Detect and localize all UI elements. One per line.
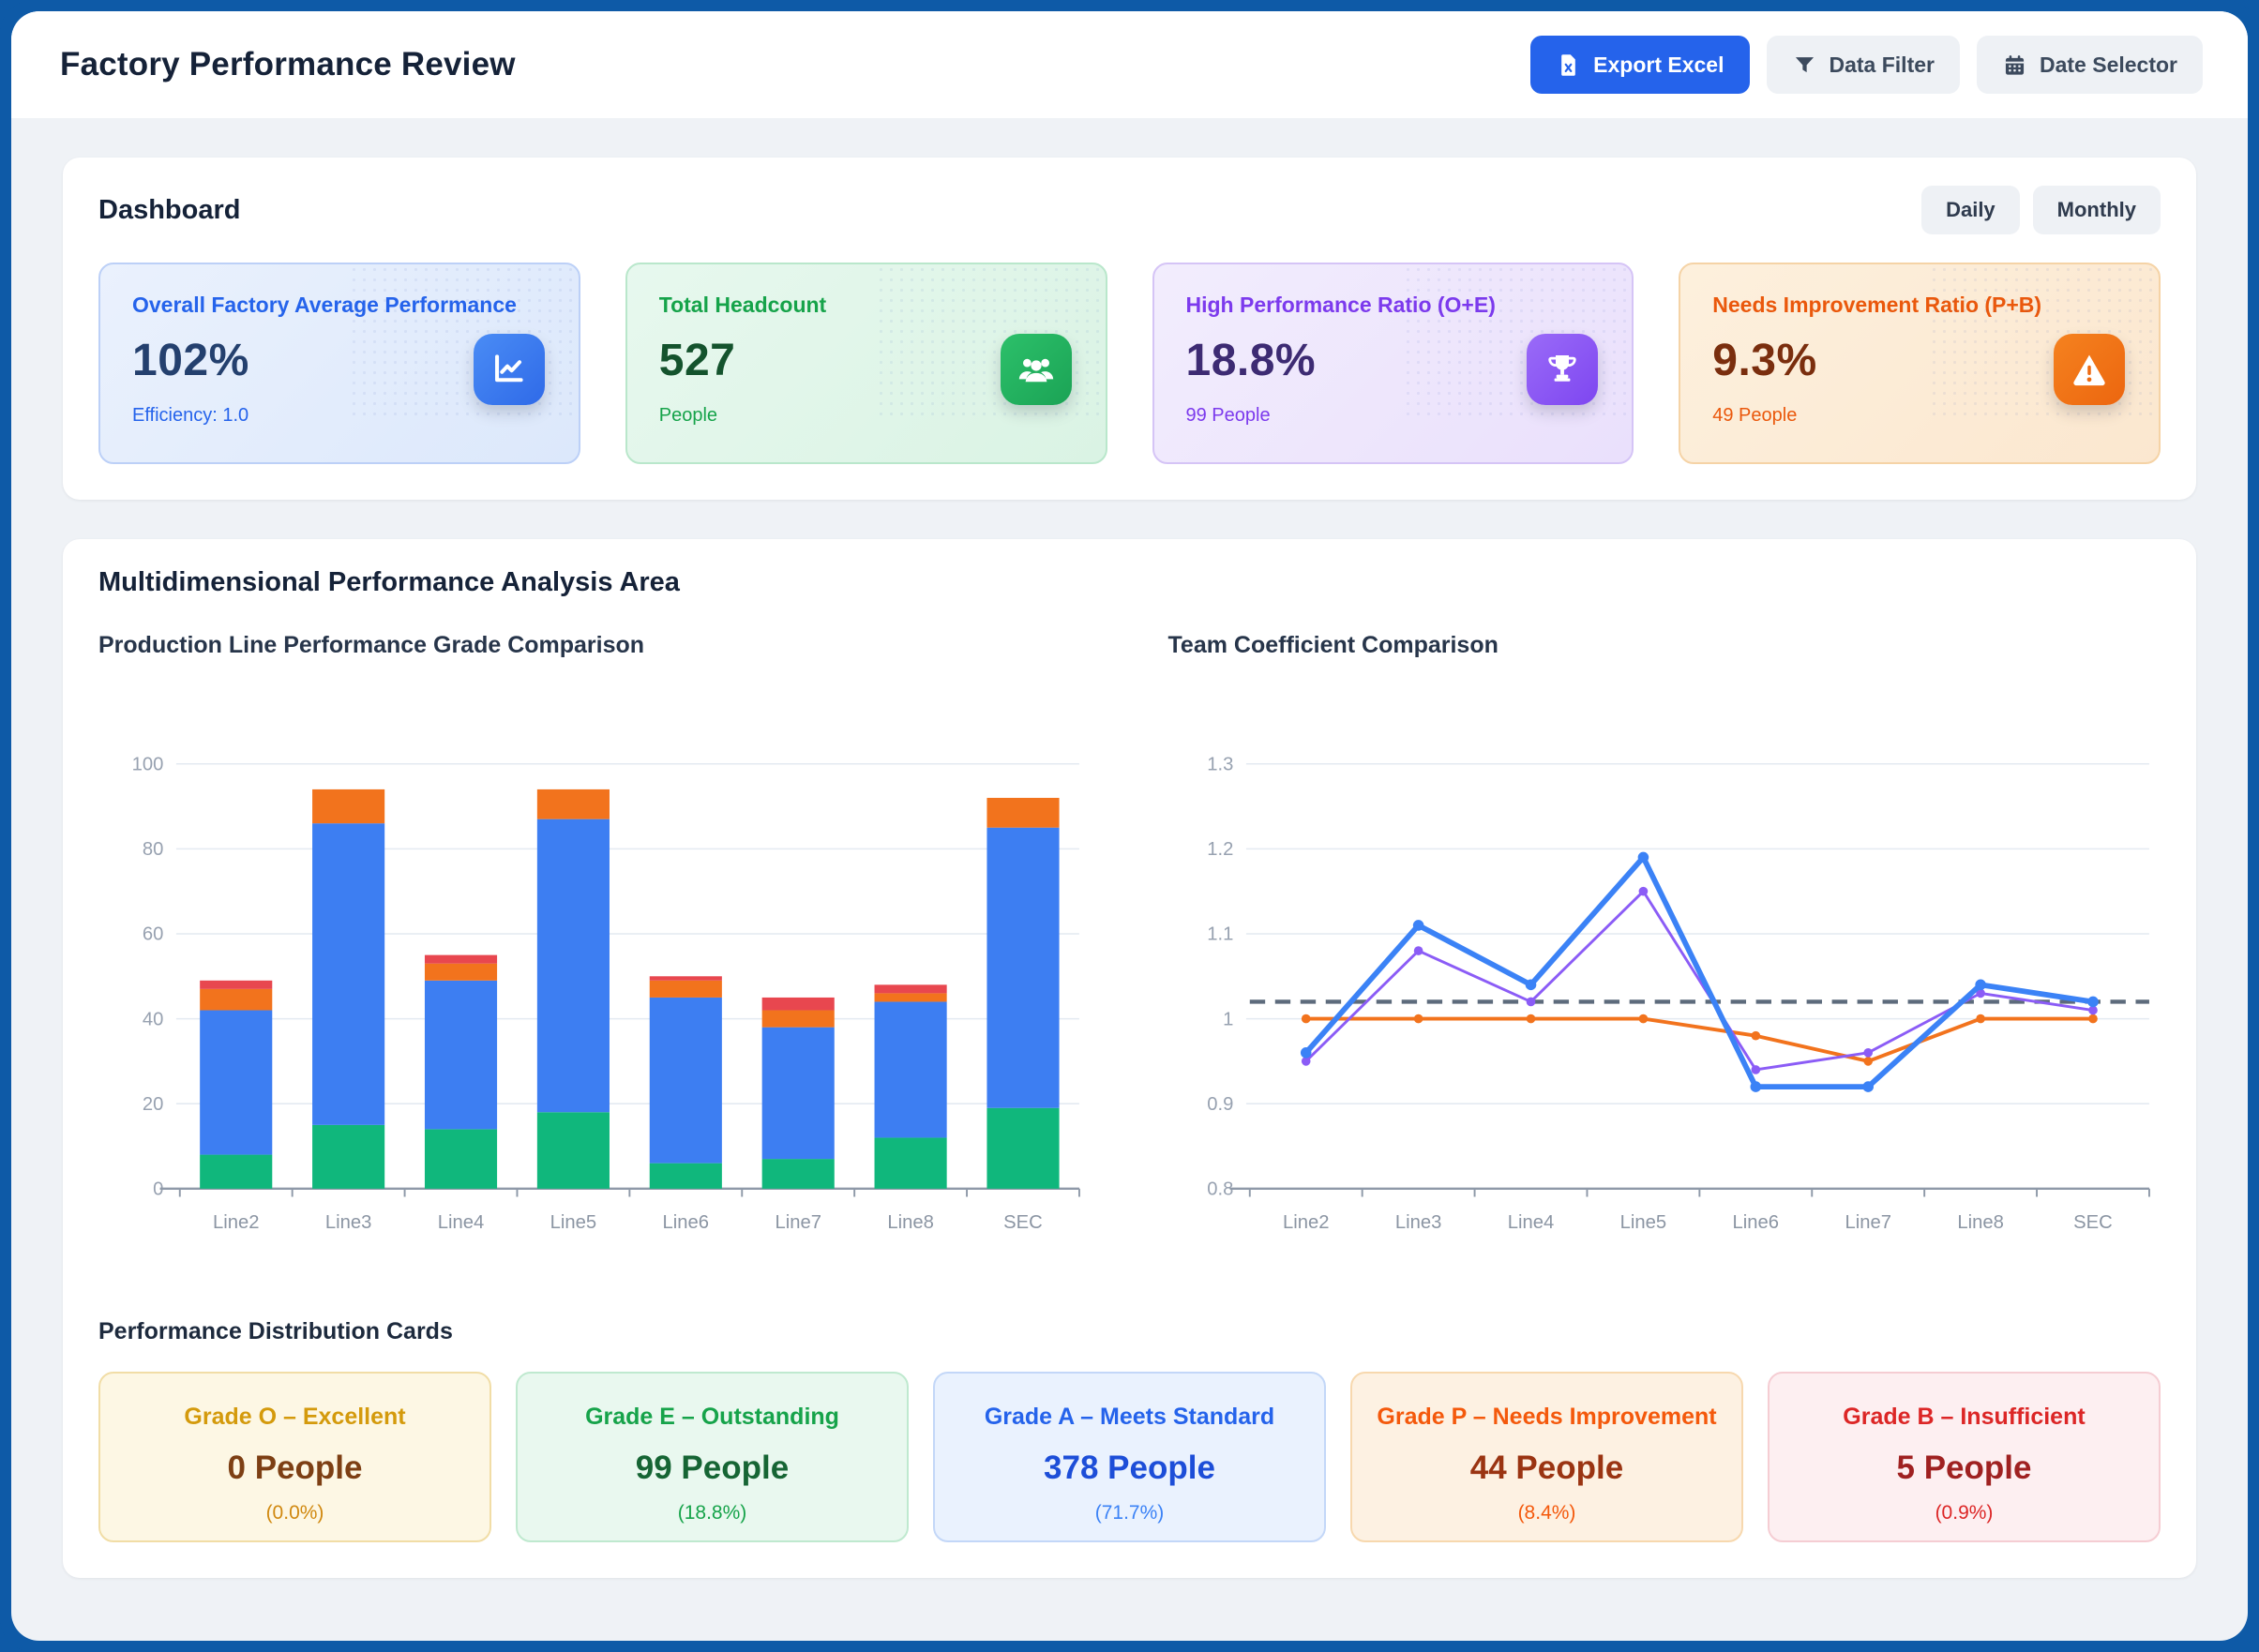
kpi-subtext: Efficiency: 1.0 bbox=[132, 405, 547, 427]
line-chart-canvas: 0.8 0.9 1 1.1 1.2 1.3 Line2 Line3 Line4 Line5 Line… bbox=[1168, 732, 2161, 1268]
kpi-title: High Performance Ratio (O+E) bbox=[1186, 293, 1601, 318]
grade-o-card: Grade O – Excellent 0 People (0.0%) bbox=[98, 1372, 491, 1542]
grade-b-card: Grade B – Insufficient 5 People (0.9%) bbox=[1768, 1372, 2161, 1542]
kpi-title: Total Headcount bbox=[659, 293, 1074, 318]
svg-text:Line4: Line4 bbox=[1507, 1212, 1554, 1233]
kpi-card-needs-improvement-ratio: Needs Improvement Ratio (P+B) 9.3% 49 Pe… bbox=[1679, 263, 2161, 464]
kpi-grid: Overall Factory Average Performance 102%… bbox=[98, 263, 2161, 464]
date-selector-label: Date Selector bbox=[2040, 53, 2177, 78]
excel-file-icon bbox=[1556, 53, 1581, 78]
svg-text:Line5: Line5 bbox=[1619, 1212, 1666, 1233]
svg-text:Line6: Line6 bbox=[1732, 1212, 1779, 1233]
export-excel-button[interactable]: Export Excel bbox=[1530, 36, 1749, 94]
distribution-grid: Grade O – Excellent 0 People (0.0%) Grad… bbox=[98, 1372, 2161, 1542]
analysis-heading: Multidimensional Performance Analysis Ar… bbox=[98, 567, 2161, 598]
svg-text:1.2: 1.2 bbox=[1207, 839, 1233, 860]
svg-text:SEC: SEC bbox=[2073, 1212, 2113, 1233]
svg-text:Line7: Line7 bbox=[1845, 1212, 1891, 1233]
kpi-card-total-headcount: Total Headcount 527 People bbox=[625, 263, 1107, 464]
app-window: Factory Performance Review Export Excel … bbox=[11, 11, 2248, 1641]
svg-text:100: 100 bbox=[132, 754, 164, 774]
dashboard-heading: Dashboard bbox=[98, 195, 240, 226]
kpi-card-high-performance-ratio: High Performance Ratio (O+E) 18.8% 99 Pe… bbox=[1152, 263, 1634, 464]
daily-toggle-button[interactable]: Daily bbox=[1921, 186, 2020, 234]
kpi-title: Overall Factory Average Performance bbox=[132, 293, 547, 318]
charts-grid: Production Line Performance Grade Compar… bbox=[98, 632, 2161, 1268]
grade-percentage: (0.9%) bbox=[1783, 1502, 2146, 1524]
grade-title: Grade B – Insufficient bbox=[1783, 1404, 2146, 1431]
svg-text:80: 80 bbox=[143, 839, 164, 860]
people-icon bbox=[1001, 334, 1072, 405]
svg-text:Line2: Line2 bbox=[213, 1212, 260, 1233]
svg-text:1: 1 bbox=[1223, 1009, 1233, 1029]
grade-percentage: (0.0%) bbox=[113, 1502, 476, 1524]
svg-text:Line5: Line5 bbox=[550, 1212, 597, 1233]
grade-count: 0 People bbox=[113, 1449, 476, 1487]
bar-chart-canvas: 020406080100Line2Line3Line4Line5Line6Lin… bbox=[98, 732, 1092, 1268]
grade-percentage: (71.7%) bbox=[948, 1502, 1311, 1524]
grade-a-card: Grade A – Meets Standard 378 People (71.… bbox=[933, 1372, 1326, 1542]
svg-text:Line2: Line2 bbox=[1282, 1212, 1329, 1233]
svg-text:Line3: Line3 bbox=[325, 1212, 372, 1233]
grade-percentage: (8.4%) bbox=[1365, 1502, 1728, 1524]
calendar-icon bbox=[2002, 53, 2027, 78]
header-bar: Factory Performance Review Export Excel … bbox=[11, 11, 2248, 118]
svg-text:1.1: 1.1 bbox=[1207, 924, 1233, 945]
svg-text:0.9: 0.9 bbox=[1207, 1094, 1233, 1115]
export-excel-label: Export Excel bbox=[1593, 53, 1724, 78]
svg-text:1.3: 1.3 bbox=[1207, 754, 1233, 774]
grade-percentage: (18.8%) bbox=[531, 1502, 894, 1524]
dashboard-section: Dashboard Daily Monthly Overall Factory … bbox=[63, 158, 2196, 500]
svg-text:60: 60 bbox=[143, 924, 164, 945]
line-chart-panel: Team Coefficient Comparison 0.8 0.9 1 1.1 1.… bbox=[1168, 632, 2161, 1268]
kpi-card-average-performance: Overall Factory Average Performance 102%… bbox=[98, 263, 580, 464]
svg-text:20: 20 bbox=[143, 1094, 164, 1115]
grade-title: Grade A – Meets Standard bbox=[948, 1404, 1311, 1431]
distribution-heading: Performance Distribution Cards bbox=[98, 1318, 2161, 1345]
svg-text:SEC: SEC bbox=[1003, 1212, 1043, 1233]
grade-count: 44 People bbox=[1365, 1449, 1728, 1487]
line-chart-icon bbox=[474, 334, 545, 405]
kpi-subtext: People bbox=[659, 405, 1074, 427]
svg-text:Line8: Line8 bbox=[1957, 1212, 2004, 1233]
funnel-icon bbox=[1792, 53, 1817, 78]
grade-count: 5 People bbox=[1783, 1449, 2146, 1487]
content-area: Dashboard Daily Monthly Overall Factory … bbox=[11, 118, 2248, 1578]
data-filter-button[interactable]: Data Filter bbox=[1767, 36, 1960, 94]
period-toggle-group: Daily Monthly bbox=[1921, 186, 2161, 234]
window-frame: Factory Performance Review Export Excel … bbox=[0, 0, 2259, 1652]
grade-title: Grade O – Excellent bbox=[113, 1404, 476, 1431]
svg-text:Line3: Line3 bbox=[1394, 1212, 1441, 1233]
kpi-subtext: 49 People bbox=[1712, 405, 2127, 427]
svg-text:Line6: Line6 bbox=[663, 1212, 710, 1233]
bar-chart-title: Production Line Performance Grade Compar… bbox=[98, 632, 1092, 659]
analysis-section: Multidimensional Performance Analysis Ar… bbox=[63, 539, 2196, 1578]
bar-chart-panel: Production Line Performance Grade Compar… bbox=[98, 632, 1092, 1268]
svg-text:Line7: Line7 bbox=[775, 1212, 821, 1233]
line-chart-title: Team Coefficient Comparison bbox=[1168, 632, 2161, 659]
kpi-title: Needs Improvement Ratio (P+B) bbox=[1712, 293, 2127, 318]
header-actions: Export Excel Data Filter Date Selector bbox=[1530, 36, 2203, 94]
grade-count: 378 People bbox=[948, 1449, 1311, 1487]
svg-text:0.8: 0.8 bbox=[1207, 1179, 1233, 1200]
grade-title: Grade E – Outstanding bbox=[531, 1404, 894, 1431]
trophy-icon bbox=[1527, 334, 1598, 405]
data-filter-label: Data Filter bbox=[1830, 53, 1935, 78]
kpi-subtext: 99 People bbox=[1186, 405, 1601, 427]
grade-p-card: Grade P – Needs Improvement 44 People (8… bbox=[1350, 1372, 1743, 1542]
svg-text:Line4: Line4 bbox=[438, 1212, 485, 1233]
date-selector-button[interactable]: Date Selector bbox=[1977, 36, 2203, 94]
warning-icon bbox=[2054, 334, 2125, 405]
svg-text:40: 40 bbox=[143, 1009, 164, 1029]
grade-e-card: Grade E – Outstanding 99 People (18.8%) bbox=[516, 1372, 909, 1542]
svg-text:Line8: Line8 bbox=[887, 1212, 934, 1233]
grade-title: Grade P – Needs Improvement bbox=[1365, 1404, 1728, 1431]
grade-count: 99 People bbox=[531, 1449, 894, 1487]
page-title: Factory Performance Review bbox=[60, 46, 516, 83]
monthly-toggle-button[interactable]: Monthly bbox=[2033, 186, 2161, 234]
